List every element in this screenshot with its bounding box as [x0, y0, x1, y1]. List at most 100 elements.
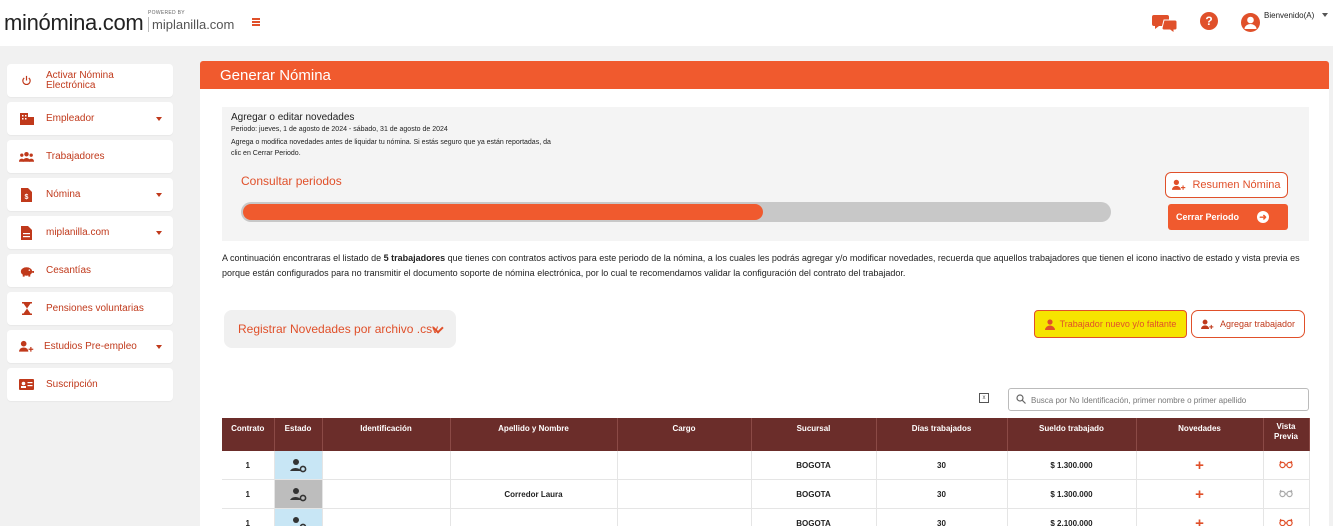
table-header-row: Contrato Estado Identificación Apellido … [222, 418, 1310, 451]
column-header: Identificación [322, 418, 451, 451]
cell-sueldo: $ 1.300.000 [1007, 451, 1137, 480]
resumen-nomina-button[interactable]: Resumen Nómina [1165, 172, 1288, 198]
column-header: Sueldo trabajado [1007, 418, 1137, 451]
cell-dias: 30 [876, 451, 1008, 480]
cell-sucursal: BOGOTA [751, 508, 877, 526]
app-logo[interactable]: minómina.com [4, 10, 144, 36]
sidebar-item-empleador[interactable]: Empleador [7, 102, 173, 135]
search-box [1008, 388, 1309, 411]
agregar-trabajador-button[interactable]: Agregar trabajador [1191, 310, 1305, 338]
cell-identificacion [322, 451, 451, 480]
sidebar-item-label: Trabajadores [46, 150, 105, 162]
preview-glasses-icon[interactable] [1279, 489, 1293, 500]
sidebar-item-label: Pensiones voluntarias [46, 302, 144, 314]
cell-dias: 30 [876, 479, 1008, 509]
export-excel-icon[interactable]: x [979, 393, 989, 403]
table-row: 1 BOGOTA 30 $ 2.100.000 + [222, 508, 1310, 526]
sidebar-item-activar-nomina[interactable]: Activar Nómina Electrónica [7, 64, 173, 97]
user-icon [1044, 318, 1055, 330]
cell-nombre [450, 508, 618, 526]
sidebar-item-label: Cesantías [46, 264, 92, 276]
user-settings-icon[interactable] [274, 480, 322, 508]
cell-sucursal: BOGOTA [751, 479, 877, 509]
welcome-label[interactable]: Bienvenido(A) [1264, 11, 1314, 20]
add-novedad-icon[interactable]: + [1195, 457, 1204, 474]
user-plus-icon [1172, 179, 1186, 190]
cell-estado [274, 479, 323, 509]
partner-logo[interactable]: miplanilla.com [148, 17, 234, 32]
sidebar-item-estudios[interactable]: Estudios Pre-empleo [7, 330, 173, 363]
powered-by-label: POWERED BY [148, 10, 185, 16]
sidebar-item-suscripcion[interactable]: Suscripción [7, 368, 173, 401]
cell-nombre [450, 451, 618, 480]
workers-table: Contrato Estado Identificación Apellido … [222, 418, 1310, 526]
description-suffix: . [298, 150, 301, 157]
chevron-down-icon[interactable] [1322, 13, 1328, 17]
sidebar-item-label: Estudios Pre-empleo [44, 340, 137, 352]
novedades-panel: Agregar o editar novedades Periodo: juev… [222, 107, 1309, 241]
cell-cargo [617, 508, 752, 526]
user-avatar-icon[interactable] [1241, 13, 1260, 32]
sidebar-item-label: miplanilla.com [46, 226, 110, 238]
cell-contrato: 1 [222, 508, 275, 526]
users-icon [19, 149, 34, 164]
sidebar-item-label: Activar Nómina Electrónica [46, 69, 114, 91]
preview-glasses-icon[interactable] [1279, 460, 1293, 471]
chevron-down-icon [156, 230, 162, 235]
sidebar: Activar Nómina Electrónica Empleador Tra… [7, 64, 173, 406]
user-settings-icon[interactable] [274, 509, 322, 526]
novedades-title: Agregar o editar novedades [231, 112, 355, 123]
user-settings-icon[interactable] [274, 451, 322, 479]
user-plus-icon [19, 339, 34, 354]
cerrar-periodo-button[interactable]: Cerrar Periodo ➜ [1168, 204, 1288, 230]
table-row: 1 Corredor Laura BOGOTA 30 $ 1.300.000 + [222, 479, 1310, 509]
table-row: 1 BOGOTA 30 $ 1.300.000 + [222, 451, 1310, 480]
sidebar-item-cesantias[interactable]: Cesantías [7, 254, 173, 287]
user-plus-icon [1200, 319, 1214, 329]
search-input[interactable] [1031, 392, 1303, 408]
cell-sueldo: $ 2.100.000 [1007, 508, 1137, 526]
column-header: Días trabajados [876, 418, 1008, 451]
cell-vista-previa [1263, 479, 1310, 509]
document-icon [19, 225, 34, 240]
page-title: Generar Nómina [220, 67, 331, 84]
sidebar-item-label: Nómina [46, 188, 81, 200]
cell-identificacion [322, 479, 451, 509]
svg-text:$: $ [25, 194, 29, 201]
main-content: Agregar o editar novedades Periodo: juev… [200, 89, 1329, 526]
agregar-trabajador-label: Agregar trabajador [1219, 319, 1296, 329]
sidebar-item-miplanilla[interactable]: miplanilla.com [7, 216, 173, 249]
progress-fill [243, 204, 763, 220]
column-header: Estado [274, 418, 323, 451]
sidebar-item-label: Suscripción [46, 378, 98, 390]
chevron-down-icon [156, 344, 162, 349]
sidebar-item-trabajadores[interactable]: Trabajadores [7, 140, 173, 173]
resumen-nomina-label: Resumen Nómina [1192, 179, 1281, 191]
cell-vista-previa [1263, 451, 1310, 480]
help-icon[interactable]: ? [1200, 12, 1218, 30]
period-progress-bar [241, 202, 1111, 222]
sidebar-item-nomina[interactable]: $ Nómina [7, 178, 173, 211]
cell-vista-previa [1263, 508, 1310, 526]
chat-icon[interactable] [1152, 12, 1178, 34]
cell-novedades: + [1136, 508, 1264, 526]
info-text-prefix: A continuación encontraras el listado de [222, 253, 384, 263]
preview-glasses-icon[interactable] [1279, 518, 1293, 526]
sidebar-item-pensiones[interactable]: Pensiones voluntarias [7, 292, 173, 325]
building-icon [19, 111, 34, 126]
registrar-csv-button[interactable]: Registrar Novedades por archivo .csv [224, 310, 456, 348]
info-paragraph: A continuación encontraras el listado de… [222, 251, 1312, 281]
cell-novedades: + [1136, 451, 1264, 480]
column-header: Sucursal [751, 418, 877, 451]
cell-estado [274, 508, 323, 526]
chevron-down-icon [156, 116, 162, 121]
cell-identificacion [322, 508, 451, 526]
consultar-periodos-link[interactable]: Consultar periodos [241, 174, 342, 188]
cell-sucursal: BOGOTA [751, 451, 877, 480]
page-header: Generar Nómina [200, 61, 1329, 89]
add-novedad-icon[interactable]: + [1195, 515, 1204, 526]
trabajador-nuevo-button[interactable]: Trabajador nuevo y/o faltante [1034, 310, 1187, 338]
menu-toggle-icon[interactable] [252, 18, 260, 27]
column-header: Vista Previa [1263, 418, 1310, 451]
add-novedad-icon[interactable]: + [1195, 486, 1204, 503]
